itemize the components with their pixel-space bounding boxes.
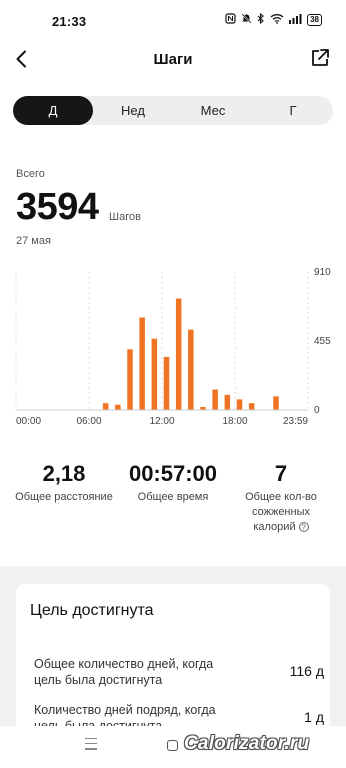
chart-bar[interactable] <box>139 317 145 410</box>
chart-bar[interactable] <box>102 403 109 410</box>
chart-bar[interactable] <box>224 394 231 410</box>
chart-y-tick-label: 0 <box>314 405 320 416</box>
period-tabs: Д Нед Мес Г <box>13 96 333 125</box>
chart-bar[interactable] <box>248 403 255 410</box>
goal-row-value: 1 д <box>304 709 324 725</box>
watermark: Calorizator.ru <box>184 733 310 754</box>
header: Шаги <box>0 40 346 80</box>
wifi-icon <box>270 13 284 27</box>
chart-x-tick-label: 18:00 <box>222 416 247 427</box>
chart-x-tick-label: 00:00 <box>16 416 41 427</box>
bluetooth-icon <box>257 12 265 27</box>
chart-bar[interactable] <box>151 338 158 410</box>
chart-bar[interactable] <box>188 329 194 410</box>
distance-stat: 2,18 Общее расстояние <box>4 460 124 505</box>
goal-section: Цель достигнута Общее количество дней, к… <box>0 566 346 734</box>
tab-month[interactable]: Мес <box>173 96 253 125</box>
goal-card: Цель достигнута Общее количество дней, к… <box>16 584 330 734</box>
chart-bar[interactable] <box>175 298 182 410</box>
home-button[interactable] <box>167 740 178 751</box>
calories-value: 7 <box>274 461 288 486</box>
chart-x-tick-label: 06:00 <box>76 416 101 427</box>
signal-icon <box>289 13 302 27</box>
chart-bar[interactable] <box>236 399 243 410</box>
calories-label-line3: калорий <box>253 521 296 533</box>
mute-icon <box>241 13 252 27</box>
share-button[interactable] <box>310 48 332 70</box>
status-icons: 38 <box>225 12 322 27</box>
nfc-icon <box>225 13 236 27</box>
summary-date: 27 мая <box>16 235 51 247</box>
chart-grid <box>15 272 309 410</box>
calories-label-line2: сожженных <box>251 506 310 518</box>
tab-day[interactable]: Д <box>13 96 93 125</box>
goal-row-value: 116 д <box>289 663 324 679</box>
status-bar: 21:33 38 <box>0 0 346 40</box>
status-time: 21:33 <box>52 14 87 29</box>
page-title: Шаги <box>153 51 193 68</box>
chart-bar[interactable] <box>163 356 170 410</box>
tab-week[interactable]: Нед <box>93 96 173 125</box>
distance-label: Общее расстояние <box>15 491 113 503</box>
distance-value: 2,18 <box>42 461 86 486</box>
goal-row-total-days: Общее количество дней, когда цель была д… <box>34 656 324 688</box>
calories-label: Общее кол-во сожженных калорий ? <box>221 490 341 535</box>
chart-y-ticks: 910 455 0 <box>314 267 331 416</box>
goal-row-label-line2: цель была достигнута <box>34 673 163 687</box>
chart-bar[interactable] <box>212 389 218 410</box>
calories-label-line3-wrap: калорий ? <box>221 520 341 535</box>
total-steps-value: 3594 <box>16 186 99 228</box>
chart-x-tick-label: 23:59 <box>283 416 308 427</box>
battery-indicator: 38 <box>307 14 322 26</box>
time-value: 00:57:00 <box>128 461 218 486</box>
calories-label-line1: Общее кол-во <box>245 491 317 503</box>
stats-row: 2,18 Общее расстояние 00:57:00 Общее вре… <box>0 460 346 540</box>
total-steps-unit: Шагов <box>109 211 141 223</box>
chart-y-tick-label: 910 <box>314 267 331 278</box>
nav-bar: Calorizator.ru <box>0 726 346 768</box>
share-icon <box>312 49 329 66</box>
tab-year[interactable]: Г <box>253 96 333 125</box>
chart-bars <box>102 298 279 410</box>
total-label: Всего <box>16 168 45 180</box>
time-label: Общее время <box>137 491 209 503</box>
goal-row-label: Общее количество дней, когда цель была д… <box>34 656 249 688</box>
chart-x-ticks: 00:00 06:00 12:00 18:00 23:59 <box>16 416 308 427</box>
chart-y-tick-label: 455 <box>314 336 331 347</box>
goal-row-label-line1: Общее количество дней, когда <box>34 657 214 671</box>
chart-bar[interactable] <box>273 396 279 410</box>
recent-apps-button[interactable] <box>85 738 97 752</box>
chart-bar[interactable] <box>115 404 121 410</box>
time-stat: 00:57:00 Общее время <box>113 460 233 505</box>
calories-stat: 7 Общее кол-во сожженных калорий ? <box>221 460 341 535</box>
goal-row-label-line1: Количество дней подряд, когда <box>34 703 216 717</box>
chart-x-tick-label: 12:00 <box>149 416 174 427</box>
help-icon[interactable]: ? <box>298 522 309 532</box>
chart-bar[interactable] <box>127 349 133 410</box>
goal-title: Цель достигнута <box>30 602 154 619</box>
steps-chart[interactable]: 910 455 0 00:00 06:00 12:00 18:00 23:59 <box>0 262 346 432</box>
